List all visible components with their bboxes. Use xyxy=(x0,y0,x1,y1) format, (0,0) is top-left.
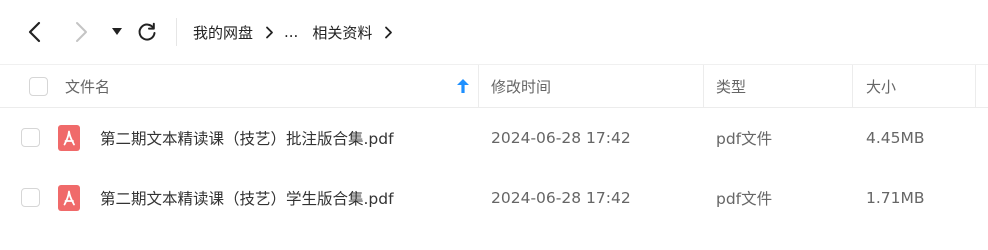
select-all-checkbox[interactable] xyxy=(29,77,48,96)
caret-down-icon xyxy=(112,28,122,35)
column-header-name[interactable]: 文件名 xyxy=(65,65,110,107)
file-name[interactable]: 第二期文本精读课（技艺）批注版合集.pdf xyxy=(100,110,394,166)
refresh-icon xyxy=(138,22,156,41)
column-header-modified[interactable]: 修改时间 xyxy=(491,65,551,107)
sort-ascending-arrow-icon[interactable] xyxy=(457,65,469,107)
row-checkbox[interactable] xyxy=(21,188,40,207)
file-row[interactable]: 第二期文本精读课（技艺）学生版合集.pdf 2024-06-28 17:42 p… xyxy=(0,170,988,226)
file-name[interactable]: 第二期文本精读课（技艺）学生版合集.pdf xyxy=(100,170,394,226)
file-modified-time: 2024-06-28 17:42 xyxy=(491,129,631,147)
breadcrumb-item-related-materials[interactable]: 相关资料 xyxy=(312,22,372,43)
pdf-file-icon xyxy=(58,185,80,211)
back-button[interactable] xyxy=(20,18,48,46)
file-size: 4.45MB xyxy=(866,129,925,147)
file-list-header: 文件名 修改时间 类型 大小 xyxy=(0,64,988,108)
breadcrumb: 我的网盘 ... 相关资料 xyxy=(193,20,403,44)
toolbar: 我的网盘 ... 相关资料 xyxy=(0,0,988,64)
column-separator xyxy=(975,65,976,107)
column-separator xyxy=(852,65,853,107)
breadcrumb-item-my-drive[interactable]: 我的网盘 xyxy=(193,22,253,43)
forward-button[interactable] xyxy=(68,18,96,46)
breadcrumb-item-ellipsis[interactable]: ... xyxy=(284,23,298,41)
column-separator xyxy=(703,65,704,107)
chevron-left-icon xyxy=(28,21,41,43)
chevron-right-icon xyxy=(265,26,274,39)
file-row[interactable]: 第二期文本精读课（技艺）批注版合集.pdf 2024-06-28 17:42 p… xyxy=(0,110,988,166)
file-size: 1.71MB xyxy=(866,189,925,207)
toolbar-divider xyxy=(176,18,177,46)
history-dropdown-button[interactable] xyxy=(103,18,131,46)
chevron-right-icon xyxy=(384,26,393,39)
chevron-right-icon xyxy=(76,22,87,42)
row-checkbox[interactable] xyxy=(21,128,40,147)
pdf-file-icon xyxy=(58,125,80,151)
file-type: pdf文件 xyxy=(716,190,773,208)
column-header-size[interactable]: 大小 xyxy=(866,65,896,107)
file-type: pdf文件 xyxy=(716,130,773,148)
refresh-button[interactable] xyxy=(133,18,161,46)
file-modified-time: 2024-06-28 17:42 xyxy=(491,189,631,207)
column-separator xyxy=(478,65,479,107)
column-header-type[interactable]: 类型 xyxy=(716,65,746,107)
